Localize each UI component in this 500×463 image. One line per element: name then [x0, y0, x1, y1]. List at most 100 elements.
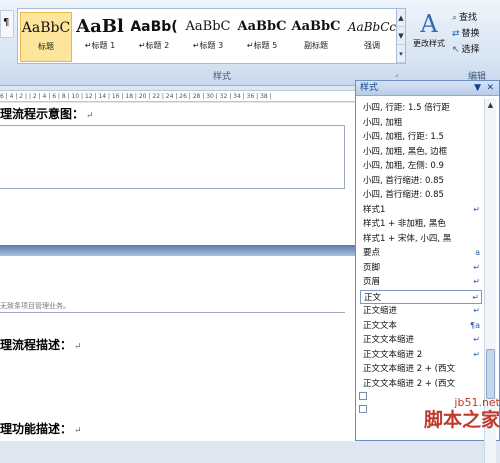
paragraph-mark: ↵	[74, 342, 82, 352]
style-item-label: 小四, 首行缩进: 0.85	[363, 175, 444, 186]
style-list-item[interactable]: 小四, 加粗, 行距: 1.5	[360, 130, 482, 145]
style-item-label: 要点	[363, 248, 381, 258]
change-styles-label: 更改样式	[413, 39, 445, 48]
style-preview: AaBbC	[237, 19, 287, 34]
style-type-icon: a	[475, 248, 480, 257]
style-preview: AaBbCc	[347, 20, 397, 34]
style-list-item[interactable]: 正文缩进 ↵	[360, 304, 482, 319]
style-item-label: 小四, 首行缩进: 0.85	[363, 190, 444, 200]
style-type-icon: ↵	[473, 306, 480, 315]
heading-text: 理流程描述：	[0, 338, 73, 352]
select-button[interactable]: ↖ 选择	[452, 42, 500, 58]
style-item-label: 样式1 + 非加粗, 黑色	[363, 219, 446, 229]
style-tile-emphasis[interactable]: AaBbCc 强调	[344, 12, 400, 62]
style-type-icon: ↵	[473, 204, 480, 214]
find-button[interactable]: ⌕ 查找	[452, 10, 500, 26]
replace-icon: ⇄	[452, 29, 460, 39]
style-item-label: 正文文本缩进	[363, 335, 415, 345]
style-tile-heading-2[interactable]: AaBb( ↵标题 2	[128, 12, 180, 62]
editing-group: ⌕ 查找 ⇄ 替换 ↖ 选择	[452, 10, 500, 58]
find-label: 查找	[459, 13, 478, 23]
style-tile-subtitle[interactable]: AaBbC 副标题	[290, 12, 342, 62]
paragraph-icon: ¶	[3, 17, 10, 28]
watermark-name: 脚本之家	[423, 409, 500, 431]
document-page: 理流程示意图： ↵	[0, 103, 355, 245]
style-list-item[interactable]: 小四, 加粗	[360, 116, 482, 131]
style-list-item[interactable]: 样式1 + 宋体, 小四, 黑	[360, 232, 482, 247]
scroll-thumb[interactable]	[486, 349, 495, 399]
style-tile-heading-1[interactable]: AaBl ↵标题 1	[74, 12, 126, 62]
style-list-item[interactable]: 正文文本缩进 2 + (西文	[360, 377, 482, 392]
style-list-item[interactable]: 正文文本缩进 2 ↵	[360, 348, 482, 363]
style-list-item[interactable]: 页脚 ↵	[360, 261, 482, 276]
style-list-item[interactable]: 正文文本缩进 2 + (西文	[360, 362, 482, 377]
change-styles-button[interactable]: A 更改样式	[410, 10, 448, 66]
close-icon[interactable]: ✕	[486, 81, 494, 96]
watermark: jb51.net 脚本之家	[415, 396, 500, 441]
gallery-scroll[interactable]: ▲ ▼ ▾	[396, 8, 406, 64]
page-separator	[0, 245, 355, 256]
paragraph-mark: ↵	[86, 111, 94, 121]
style-type-icon: ↵	[473, 335, 480, 344]
style-label: ↵标题 2	[138, 41, 170, 50]
style-list-item[interactable]: 正文文本缩进 ↵	[360, 333, 482, 348]
replace-label: 替换	[461, 29, 480, 39]
style-list-item[interactable]: 要点 a	[360, 246, 482, 261]
style-preview: AaBb(	[130, 19, 178, 35]
style-item-label: 正文文本缩进 2 + (西文	[363, 364, 455, 374]
style-list-item[interactable]: 小四, 加粗, 黑色, 边框	[360, 145, 482, 160]
style-tile-title[interactable]: AaBbC 标题	[20, 12, 72, 62]
style-list-item[interactable]: 正文 ↵	[360, 289, 482, 304]
style-label: 标题	[38, 42, 54, 51]
style-list-item[interactable]: 小四, 首行缩进: 0.85	[360, 188, 482, 203]
style-list-item[interactable]: 小四, 加粗, 左侧: 0.9	[360, 159, 482, 174]
quick-styles-gallery: AaBbC 标题 AaBl ↵标题 1 AaBb( ↵标题 2 AaBbC ↵标…	[17, 8, 402, 64]
pane-title-text: 样式	[360, 83, 379, 93]
styles-pane-title: 样式 ▼ ✕	[356, 81, 499, 96]
style-label: ↵标题 5	[246, 41, 278, 50]
style-list-item[interactable]: 页眉 ↵	[360, 275, 482, 290]
style-list-item[interactable]: 样式1 + 非加粗, 黑色	[360, 217, 482, 232]
gallery-down-icon[interactable]: ▼	[397, 27, 405, 45]
document-area[interactable]: 理流程示意图： ↵ 无致条项目管理业务。 理流程描述： ↵ 理功能描述： ↵	[0, 103, 355, 441]
gallery-more-icon[interactable]: ▾	[397, 45, 405, 63]
style-list-item[interactable]: 小四, 行距: 1.5 倍行距	[360, 101, 482, 116]
style-item-label: 样式1	[363, 204, 386, 215]
style-list-item[interactable]: 样式1 ↵	[360, 203, 482, 218]
style-item-label: 正文文本	[363, 320, 398, 331]
style-item-label: 正文缩进	[363, 306, 398, 316]
style-label: 强调	[364, 41, 380, 50]
style-item-label: 页脚	[363, 262, 381, 273]
style-list-item[interactable]: 小四, 首行缩进: 0.85	[360, 174, 482, 189]
style-preview: AaBbC	[185, 19, 231, 34]
scroll-up-icon[interactable]: ▲	[485, 99, 496, 111]
styles-pane: 样式 ▼ ✕ 小四, 行距: 1.5 倍行距 小四, 加粗小四, 加粗, 行距: …	[355, 80, 500, 463]
binoculars-icon: ⌕	[452, 13, 458, 23]
style-item-label: 正文文本缩进 2 + (西文	[363, 378, 455, 389]
checkbox-icon	[359, 404, 367, 413]
checkbox-icon	[359, 391, 367, 400]
heading-text: 理功能描述：	[0, 422, 73, 436]
style-type-icon: ↵	[473, 349, 480, 359]
style-item-label: 正文	[364, 292, 382, 303]
watermark-url: jb51.net	[454, 396, 500, 409]
paragraph-group-stub[interactable]: ¶	[0, 10, 14, 38]
styles-list: 小四, 行距: 1.5 倍行距 小四, 加粗 小四, 加粗, 行距: 1.5 小四, …	[360, 101, 482, 391]
style-type-icon: ↵	[472, 292, 479, 302]
dialog-launcher-icon[interactable]: ⌟	[395, 70, 398, 78]
change-styles-icon: A	[420, 10, 438, 38]
style-preview: AaBl	[76, 16, 124, 37]
style-preview: AaBbC	[291, 19, 341, 34]
style-item-label: 小四, 加粗, 黑色, 边框	[363, 146, 448, 157]
horizontal-ruler[interactable]: 6 | 4 | 2 | | 2 | 4 | 6 | 8 | 10 | 12 | …	[0, 90, 355, 102]
replace-button[interactable]: ⇄ 替换	[452, 26, 500, 42]
pane-menu-icon[interactable]: ▼	[474, 81, 481, 96]
style-item-label: 小四, 加粗	[363, 117, 403, 128]
gallery-up-icon[interactable]: ▲	[397, 9, 405, 27]
header-rule	[0, 312, 345, 313]
style-tile-heading-5[interactable]: AaBbC ↵标题 5	[236, 12, 288, 62]
style-type-icon: ¶a	[470, 320, 480, 330]
style-list-item[interactable]: 正文文本 ¶a	[360, 319, 482, 334]
style-tile-heading-3[interactable]: AaBbC ↵标题 3	[182, 12, 234, 62]
style-label: ↵标题 3	[192, 41, 224, 50]
